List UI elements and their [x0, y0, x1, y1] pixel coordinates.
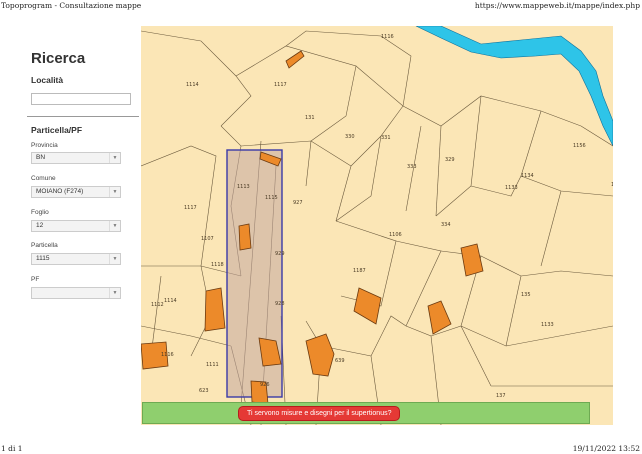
print-url: https://www.mappeweb.it/mappe/index.php: [474, 1, 640, 10]
chevron-down-icon: ▼: [109, 187, 120, 197]
parcel-label: 329: [445, 157, 455, 163]
chevron-down-icon: ▼: [109, 288, 120, 298]
print-datetime: 19/11/2022 13:52: [572, 444, 640, 453]
parcel-label: 639: [335, 358, 345, 364]
parcel-label: 109: [611, 182, 613, 188]
cadastral-map[interactable]: 1116 1114 1117 131 330 331 333 329 334 1133 1134 11…: [141, 26, 613, 425]
map-canvas[interactable]: 11161114 1117131330 3313333293341133113411…: [141, 26, 613, 425]
locality-input[interactable]: [31, 93, 131, 105]
parcel-label: 334: [441, 222, 451, 228]
print-footer: 1 di 1 19/11/2022 13:52: [0, 444, 642, 454]
parcel-label: 333: [407, 164, 417, 170]
foglio-select[interactable]: 12 ▼: [31, 220, 121, 232]
parcel-label: 1114: [186, 82, 199, 88]
provincia-label: Provincia: [31, 142, 58, 149]
parcel-label: 131: [305, 115, 315, 121]
parcel-label: 1114: [164, 298, 177, 304]
locality-heading: Località: [31, 75, 64, 85]
parcel-label: 1106: [389, 232, 402, 238]
parcel-label: 135: [521, 292, 531, 298]
particella-heading: Particella/PF: [31, 125, 83, 135]
provincia-select[interactable]: BN ▼: [31, 152, 121, 164]
parcel-label: 1107: [201, 236, 214, 242]
parcel-label: 1112: [151, 302, 164, 308]
parcel-label: 1187: [353, 268, 366, 274]
parcel-label: 1156: [573, 143, 586, 149]
comune-value: MOIANO (F274): [36, 188, 84, 195]
parcel-label: 1113: [237, 184, 250, 190]
promo-button[interactable]: Ti servono misure e disegni per il super…: [238, 406, 401, 421]
pf-select[interactable]: ▼: [31, 287, 121, 299]
sidebar-divider: [27, 116, 139, 117]
foglio-value: 12: [36, 222, 44, 229]
parcel-label: 1117: [184, 205, 197, 211]
print-page-title: Topoprogram - Consultazione mappe: [1, 1, 142, 10]
chevron-down-icon: ▼: [109, 221, 120, 231]
parcel-label: 929: [275, 251, 285, 257]
parcel-label: 623: [199, 388, 209, 394]
print-header: Topoprogram - Consultazione mappe https:…: [0, 0, 642, 12]
parcel-label: 330: [345, 134, 355, 140]
comune-label: Comune: [31, 175, 56, 182]
search-sidebar: Ricerca Località Particella/PF Provincia…: [27, 40, 139, 299]
promo-banner: Ti servono misure e disegni per il super…: [142, 402, 590, 424]
parcel-label: 1118: [211, 262, 224, 268]
parcel-label: 331: [381, 135, 391, 141]
chevron-down-icon: ▼: [109, 254, 120, 264]
parcel-label: 1116: [381, 34, 394, 40]
print-page-number: 1 di 1: [1, 444, 23, 453]
particella-select[interactable]: 1115 ▼: [31, 253, 121, 265]
parcel-label: 927: [293, 200, 303, 206]
parcel-label: 1133: [541, 322, 554, 328]
parcel-label: 1134: [521, 173, 534, 179]
parcel-label: 1133: [505, 185, 518, 191]
parcel-label: 137: [496, 393, 506, 399]
provincia-value: BN: [36, 154, 46, 161]
building: [238, 223, 252, 251]
comune-select[interactable]: MOIANO (F274) ▼: [31, 186, 121, 198]
chevron-down-icon: ▼: [109, 153, 120, 163]
parcel-label: 928: [275, 301, 285, 307]
parcel-label: 1116: [161, 352, 174, 358]
foglio-label: Foglio: [31, 209, 49, 216]
parcel-label: 1115: [265, 195, 278, 201]
page-title: Ricerca: [31, 50, 86, 67]
building: [204, 287, 226, 332]
parcel-label: 926: [260, 382, 270, 388]
parcel-label: 1111: [206, 362, 219, 368]
particella-label: Particella: [31, 242, 58, 249]
particella-value: 1115: [36, 255, 50, 262]
pf-label: PF: [31, 276, 40, 283]
parcel-label: 1117: [274, 82, 287, 88]
